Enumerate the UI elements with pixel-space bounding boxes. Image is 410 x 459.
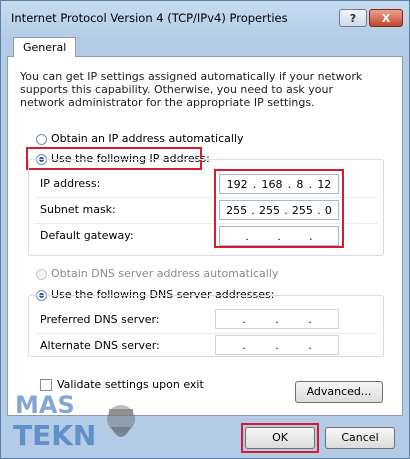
alternate-dns-input[interactable]: . . . (215, 335, 339, 355)
watermark-logo: MAS TEKN (13, 391, 135, 452)
dialog-window: Internet Protocol Version 4 (TCP/IPv4) P… (0, 0, 410, 459)
title-bar: Internet Protocol Version 4 (TCP/IPv4) P… (1, 1, 409, 33)
dns-auto-label[interactable]: Obtain DNS server address automatically (51, 267, 278, 280)
dns-auto-radio[interactable] (36, 269, 47, 280)
tab-strip: General (7, 34, 403, 57)
octet-dot: . (275, 312, 279, 326)
octet-dot: . (242, 312, 246, 326)
alternate-dns-label: Alternate DNS server: (40, 339, 160, 352)
ip-auto-radio[interactable] (36, 134, 47, 145)
watermark-face-icon (107, 405, 135, 437)
advanced-button[interactable]: Advanced... (295, 381, 383, 403)
octet-dot: . (242, 338, 246, 352)
octet-dot: . (308, 338, 312, 352)
help-button[interactable]: ? (339, 9, 367, 27)
row-divider (34, 333, 378, 334)
ip-auto-label[interactable]: Obtain an IP address automatically (51, 132, 244, 145)
general-panel: You can get IP settings assigned automat… (7, 56, 403, 416)
tab-general[interactable]: General (13, 37, 77, 57)
preferred-dns-label: Preferred DNS server: (40, 313, 160, 326)
close-button[interactable]: X (369, 9, 403, 27)
default-gateway-label: Default gateway: (40, 229, 134, 242)
preferred-dns-input[interactable]: . . . (215, 309, 339, 329)
window-title: Internet Protocol Version 4 (TCP/IPv4) P… (11, 11, 288, 25)
octet-dot: . (275, 338, 279, 352)
highlight-ip-fields (214, 169, 344, 248)
watermark-line1: MAS (15, 391, 75, 419)
subnet-mask-label: Subnet mask: (40, 203, 116, 216)
octet-dot: . (308, 312, 312, 326)
watermark-line2: TEKN (13, 419, 96, 452)
cancel-button[interactable]: Cancel (325, 427, 395, 449)
ip-address-label: IP address: (40, 177, 101, 190)
intro-text: You can get IP settings assigned automat… (20, 70, 363, 109)
highlight-ok (241, 423, 319, 453)
